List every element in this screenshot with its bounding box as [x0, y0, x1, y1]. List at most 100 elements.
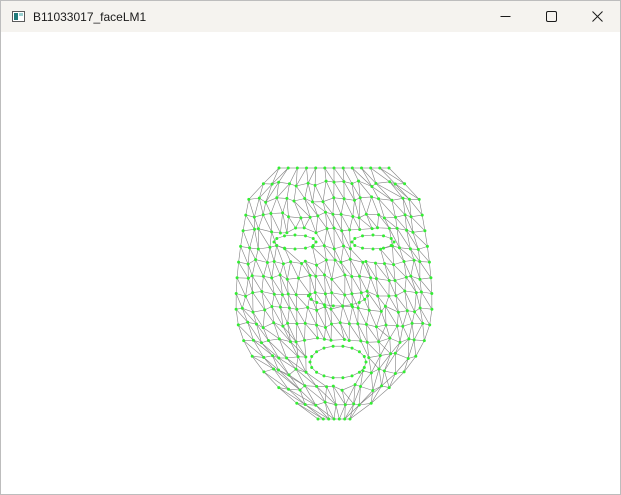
- landmark-point: [315, 301, 319, 304]
- landmark-point: [406, 357, 410, 360]
- mesh-edge: [267, 247, 271, 263]
- landmark-point: [378, 354, 382, 358]
- maximize-icon: [545, 11, 557, 22]
- landmark-point: [270, 182, 274, 186]
- landmark-point: [330, 291, 334, 295]
- mesh-edge: [248, 197, 260, 200]
- mesh-edge: [378, 341, 381, 356]
- landmark-point: [250, 274, 254, 278]
- mesh-edge: [385, 306, 387, 326]
- mesh-edge: [315, 265, 317, 277]
- minimize-button[interactable]: [482, 1, 528, 32]
- landmark-point: [342, 338, 346, 341]
- landmark-point: [382, 216, 386, 220]
- landmark-point: [308, 215, 312, 219]
- mesh-edge: [403, 356, 417, 373]
- landmark-point: [252, 215, 256, 219]
- mesh-edge: [389, 338, 391, 354]
- landmark-point: [272, 292, 276, 296]
- mesh-edge: [270, 213, 272, 232]
- close-button[interactable]: [574, 1, 620, 32]
- landmark-point: [329, 307, 333, 311]
- render-viewport[interactable]: [1, 32, 620, 494]
- mesh-edge: [298, 275, 311, 279]
- landmark-point: [414, 354, 418, 358]
- landmark-point: [418, 277, 422, 281]
- mesh-edge: [293, 198, 305, 202]
- landmark-point: [251, 310, 255, 314]
- mesh-edge: [296, 182, 309, 187]
- mesh-wireframe: [235, 167, 433, 420]
- mesh-edge: [235, 277, 238, 294]
- mesh-edge: [252, 311, 264, 328]
- mesh-edge: [282, 198, 288, 213]
- mesh-edge: [331, 260, 336, 280]
- mesh-edge: [263, 368, 274, 373]
- landmark-point: [389, 237, 393, 240]
- mesh-edge: [342, 306, 350, 324]
- mesh-edge: [304, 337, 318, 341]
- landmark-point: [331, 304, 335, 308]
- mesh-edge: [343, 198, 354, 217]
- mesh-edge: [419, 277, 431, 280]
- mesh-edge: [331, 292, 343, 307]
- mesh-edge: [413, 260, 421, 280]
- mesh-edge: [245, 278, 249, 297]
- mesh-edge: [378, 324, 387, 342]
- landmark-point: [285, 196, 289, 200]
- mesh-edge: [309, 275, 316, 293]
- landmark-point: [314, 231, 318, 235]
- mesh-edge: [404, 290, 417, 293]
- mesh-edge: [358, 307, 370, 311]
- landmark-point: [347, 339, 351, 342]
- mesh-edge: [360, 386, 373, 391]
- landmark-point: [427, 260, 431, 264]
- landmark-point: [266, 339, 270, 342]
- mesh-edge: [305, 323, 317, 326]
- landmark-point: [338, 321, 342, 325]
- mesh-edge: [419, 291, 422, 309]
- mesh-edge: [330, 323, 332, 341]
- landmark-point: [295, 401, 299, 405]
- landmark-point: [407, 197, 411, 201]
- mesh-edge: [330, 308, 341, 323]
- landmark-point: [379, 247, 382, 251]
- mesh-edge: [391, 200, 406, 216]
- mesh-edge: [251, 275, 253, 293]
- mesh-edge: [414, 339, 425, 341]
- landmark-point: [285, 277, 289, 281]
- landmark-point: [376, 294, 380, 298]
- landmark-point: [277, 386, 281, 390]
- landmark-point: [325, 227, 329, 231]
- landmark-point: [407, 337, 411, 341]
- landmark-point: [341, 166, 345, 170]
- maximize-button[interactable]: [528, 1, 574, 32]
- landmark-point: [420, 213, 424, 217]
- landmark-point: [341, 344, 345, 348]
- mesh-edge: [366, 277, 371, 292]
- landmark-point: [422, 339, 426, 343]
- landmark-point: [356, 306, 360, 310]
- landmark-point: [402, 260, 406, 263]
- mesh-edge: [316, 386, 326, 403]
- mesh-edge: [411, 311, 415, 324]
- mesh-edge: [324, 402, 329, 420]
- title-bar[interactable]: B11033017_faceLM1: [1, 1, 620, 32]
- landmark-point: [308, 273, 312, 277]
- landmark-point: [303, 197, 307, 200]
- mesh-edge: [388, 373, 396, 388]
- landmark-point: [370, 185, 374, 188]
- mesh-edge: [375, 181, 390, 184]
- landmark-point: [342, 197, 346, 201]
- mesh-edge: [295, 323, 298, 342]
- landmark-point: [285, 356, 289, 360]
- mesh-edge: [419, 261, 432, 278]
- landmark-point: [402, 370, 406, 374]
- mesh-edge: [377, 227, 390, 229]
- landmark-point: [364, 212, 368, 216]
- landmark-point: [304, 370, 308, 374]
- landmark-point: [294, 367, 298, 371]
- landmark-point: [315, 323, 319, 327]
- mesh-edge: [359, 197, 367, 215]
- landmark-point: [340, 388, 344, 392]
